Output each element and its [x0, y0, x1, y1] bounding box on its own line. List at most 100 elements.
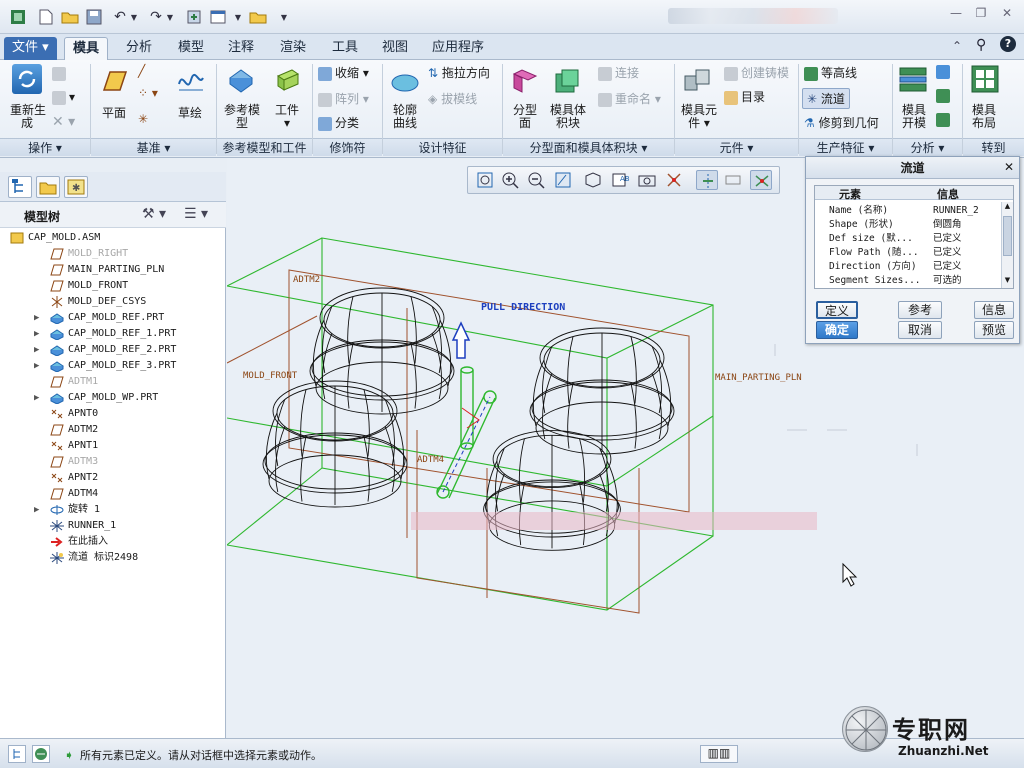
- scroll-up-icon[interactable]: ▲: [1003, 202, 1012, 212]
- repaint-icon[interactable]: [552, 170, 574, 190]
- rename-button[interactable]: 重命名 ▾: [598, 90, 661, 107]
- paste-icon[interactable]: ▾: [52, 90, 75, 105]
- group-operations[interactable]: 操作 ▾: [0, 138, 90, 156]
- parting-surface-button[interactable]: 分型 面: [512, 104, 538, 130]
- tree-item[interactable]: ADTM1: [0, 374, 226, 390]
- classify-button[interactable]: 分类: [318, 114, 359, 131]
- expand-icon[interactable]: ▶: [34, 326, 39, 342]
- tree-settings-icon[interactable]: ⚒ ▾: [142, 206, 166, 222]
- point-icon[interactable]: ⁘ ▾: [138, 86, 158, 100]
- display-style-icon[interactable]: [582, 170, 604, 190]
- expand-icon[interactable]: ▶: [34, 502, 39, 518]
- tree-item[interactable]: 在此插入: [0, 534, 226, 550]
- tab-file[interactable]: 文件 ▾: [4, 37, 57, 60]
- reference-model-button[interactable]: 参考模 型: [224, 104, 260, 130]
- window-dropdown-icon[interactable]: ▼: [228, 7, 248, 27]
- annotation-display-icon[interactable]: [750, 170, 772, 190]
- tree-item[interactable]: ▶ CAP_MOLD_REF_3.PRT: [0, 358, 226, 374]
- restore-icon[interactable]: ❐: [970, 6, 992, 24]
- regenerate-button[interactable]: 重新生 成: [10, 104, 46, 130]
- tree-item[interactable]: ADTM3: [0, 454, 226, 470]
- folder-browser-tab-icon[interactable]: [36, 176, 60, 198]
- tree-item[interactable]: ADTM4: [0, 486, 226, 502]
- expand-icon[interactable]: ▶: [34, 342, 39, 358]
- cancel-button[interactable]: 取消: [898, 321, 942, 339]
- group-parting-volume[interactable]: 分型面和模具体积块 ▾: [503, 138, 674, 156]
- zoom-in-icon[interactable]: [500, 170, 522, 190]
- create-casting-button[interactable]: 创建铸模: [724, 64, 789, 81]
- expand-icon[interactable]: ▶: [34, 390, 39, 406]
- model-tree-toggle-icon[interactable]: [8, 745, 26, 763]
- tree-item[interactable]: CAP_MOLD.ASM: [0, 230, 226, 246]
- analysis-tool-1-icon[interactable]: [936, 64, 953, 79]
- tree-item[interactable]: APNT1: [0, 438, 226, 454]
- tree-item[interactable]: MOLD_RIGHT: [0, 246, 226, 262]
- ok-button[interactable]: 确定: [816, 321, 858, 339]
- redo-dropdown-icon[interactable]: ▼: [160, 7, 180, 27]
- workpiece-icon[interactable]: [272, 64, 302, 94]
- table-scrollbar[interactable]: ▲ ▼: [1001, 202, 1013, 288]
- tab-tools[interactable]: 工具: [324, 37, 366, 60]
- model-tree-tab-icon[interactable]: [8, 176, 32, 198]
- folder-icon[interactable]: [248, 7, 268, 27]
- tab-mold[interactable]: 模具: [64, 37, 109, 60]
- tab-view[interactable]: 视图: [374, 37, 416, 60]
- mold-open-icon[interactable]: [898, 64, 928, 94]
- help-icon[interactable]: ?: [1000, 36, 1016, 52]
- reference-model-icon[interactable]: [226, 64, 256, 94]
- table-row[interactable]: Segment Sizes... 可选的: [821, 274, 1001, 286]
- tab-applications[interactable]: 应用程序: [424, 37, 492, 60]
- mold-volume-icon[interactable]: [552, 66, 582, 96]
- group-components[interactable]: 元件 ▾: [675, 138, 798, 156]
- app-icon[interactable]: [8, 7, 28, 27]
- expand-icon[interactable]: ▶: [34, 310, 39, 326]
- more-icon[interactable]: ▼: [274, 7, 294, 27]
- info-button[interactable]: 信息: [974, 301, 1014, 319]
- tab-annotate[interactable]: 注释: [220, 37, 262, 60]
- table-row[interactable]: Def size (默... 已定义: [821, 232, 1001, 246]
- minimize-icon[interactable]: —: [945, 6, 967, 24]
- parting-surface-icon[interactable]: [510, 66, 540, 96]
- tree-item[interactable]: ▶ CAP_MOLD_WP.PRT: [0, 390, 226, 406]
- favorites-tab-icon[interactable]: ✱: [64, 176, 88, 198]
- saved-views-icon[interactable]: AB: [610, 170, 632, 190]
- shrink-button[interactable]: 收缩 ▾: [318, 64, 369, 81]
- tree-item[interactable]: MOLD_FRONT: [0, 278, 226, 294]
- zoom-out-icon[interactable]: [526, 170, 548, 190]
- delete-icon[interactable]: ✕ ▾: [52, 114, 75, 130]
- pattern-button[interactable]: 阵列 ▾: [318, 90, 369, 107]
- open-icon[interactable]: [60, 7, 80, 27]
- contour-lines-button[interactable]: 等高线: [804, 64, 857, 81]
- axis-display-icon[interactable]: [696, 170, 718, 190]
- mold-layout-button[interactable]: 模具 布局: [970, 104, 998, 130]
- window-icon[interactable]: [208, 7, 228, 27]
- browser-toggle-icon[interactable]: [32, 745, 50, 763]
- mold-component-icon[interactable]: [682, 66, 712, 96]
- new-icon[interactable]: [36, 7, 56, 27]
- tab-render[interactable]: 渲染: [272, 37, 314, 60]
- sketch-button[interactable]: 草绘: [178, 104, 202, 121]
- search-icon[interactable]: ⚲: [976, 37, 986, 53]
- tree-item[interactable]: APNT2: [0, 470, 226, 486]
- csys-icon[interactable]: ✳: [138, 112, 148, 126]
- plane-button[interactable]: 平面: [102, 104, 126, 121]
- group-production-features[interactable]: 生产特征 ▾: [799, 138, 892, 156]
- ribbon-collapse-icon[interactable]: ⌃: [952, 39, 962, 53]
- tree-item[interactable]: ▶ CAP_MOLD_REF_2.PRT: [0, 342, 226, 358]
- undo-dropdown-icon[interactable]: ▼: [124, 7, 144, 27]
- group-analysis[interactable]: 分析 ▾: [893, 138, 962, 156]
- workpiece-button[interactable]: 工件 ▾: [272, 104, 302, 130]
- camera-icon[interactable]: [636, 170, 658, 190]
- selection-filter-icon[interactable]: ▥▥: [700, 745, 738, 763]
- analysis-tool-2-icon[interactable]: [936, 88, 953, 103]
- runner-button[interactable]: ✳ 流道: [802, 88, 850, 109]
- tree-item[interactable]: 流道 标识2498: [0, 550, 226, 566]
- analysis-tool-3-icon[interactable]: [936, 112, 953, 127]
- datum-display-icon[interactable]: [664, 170, 686, 190]
- contour-curve-icon[interactable]: [390, 68, 420, 98]
- tab-analysis[interactable]: 分析: [118, 37, 160, 60]
- scroll-down-icon[interactable]: ▼: [1003, 276, 1012, 286]
- spin-center-icon[interactable]: [722, 170, 744, 190]
- regenerate-icon[interactable]: [184, 7, 204, 27]
- refit-icon[interactable]: [474, 170, 496, 190]
